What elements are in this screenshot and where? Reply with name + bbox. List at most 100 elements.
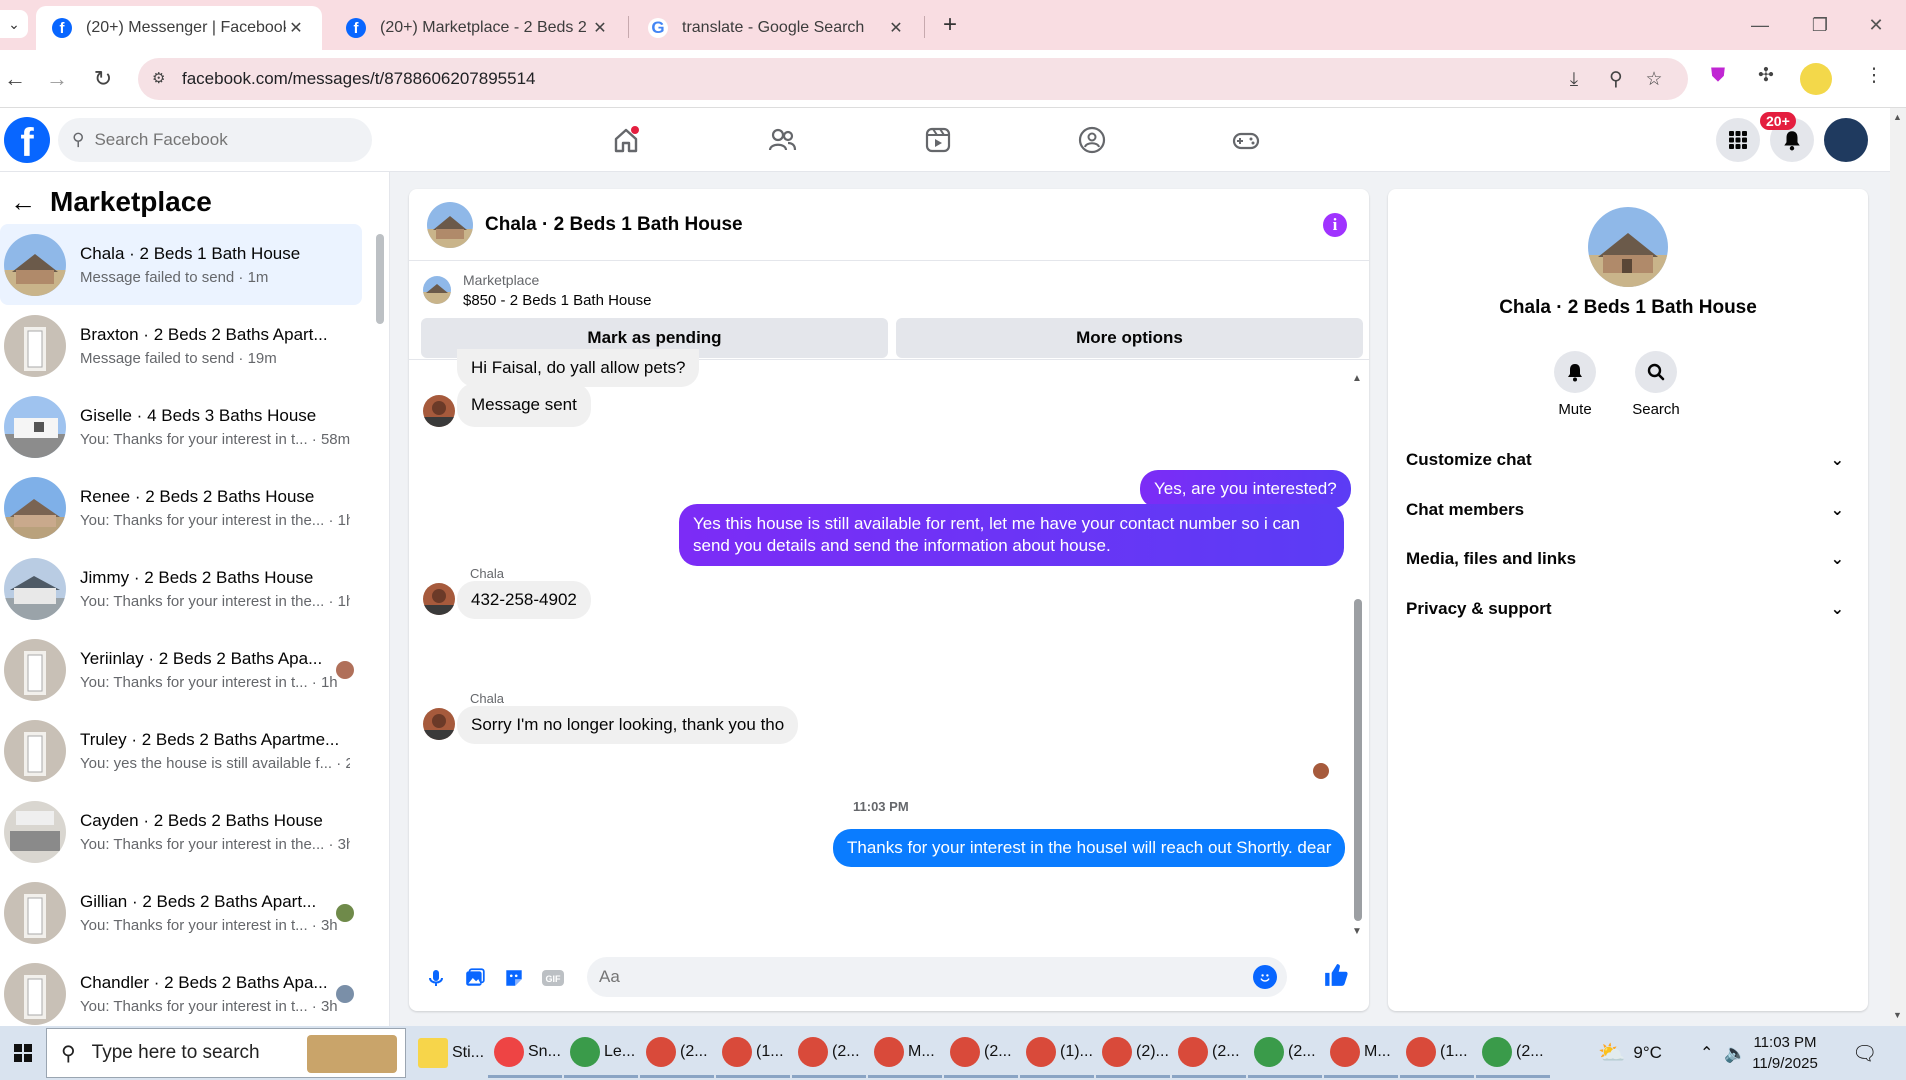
listing-thumbnail[interactable] xyxy=(423,276,451,304)
forward-icon[interactable]: → xyxy=(42,64,72,94)
message-input[interactable] xyxy=(599,967,1199,987)
emoji-icon[interactable] xyxy=(1253,965,1277,989)
taskbar-app[interactable]: M... xyxy=(1324,1028,1398,1078)
taskbar-app[interactable]: Sti... xyxy=(412,1028,486,1078)
install-app-icon[interactable]: ⤓ xyxy=(1562,68,1586,92)
taskbar-app[interactable]: (2... xyxy=(1172,1028,1246,1078)
info-icon[interactable]: i xyxy=(1323,213,1347,237)
nav-friends[interactable] xyxy=(726,114,838,166)
mute-button[interactable]: Mute xyxy=(1530,351,1620,418)
nav-home[interactable] xyxy=(570,114,682,166)
incoming-message[interactable]: Sorry I'm no longer looking, thank you t… xyxy=(457,706,799,744)
taskbar-search-box[interactable]: ⚲ Type here to search xyxy=(46,1028,406,1078)
microphone-icon[interactable] xyxy=(423,965,449,991)
taskbar-app[interactable]: (1)... xyxy=(1020,1028,1094,1078)
section-customize-chat[interactable]: Customize chat ⌄ xyxy=(1406,436,1850,484)
nav-groups[interactable] xyxy=(1036,114,1148,166)
taskbar-app[interactable]: (2... xyxy=(944,1028,1018,1078)
listing-title[interactable]: $850 - 2 Beds 1 Bath House xyxy=(463,292,651,309)
close-icon[interactable]: ✕ xyxy=(1856,10,1896,40)
taskbar-app[interactable]: (1... xyxy=(1400,1028,1474,1078)
incoming-message[interactable]: 432-258-4902 xyxy=(457,581,591,619)
message-input-box[interactable] xyxy=(587,957,1287,997)
chevron-down-icon: ⌄ xyxy=(1830,551,1844,568)
tab-search-button[interactable]: ⌄ xyxy=(0,10,28,38)
bookmark-star-icon[interactable]: ☆ xyxy=(1642,68,1666,92)
address-bar[interactable]: ⚙ facebook.com/messages/t/87886062078955… xyxy=(138,58,1688,100)
chat-panel: Chala · 2 Beds 1 Bath House i Marketplac… xyxy=(409,189,1369,1011)
section-chat-members[interactable]: Chat members ⌄ xyxy=(1406,486,1850,534)
outgoing-message[interactable]: Thanks for your interest in the houseI w… xyxy=(833,829,1346,867)
message-composer: GIF xyxy=(409,943,1369,1011)
start-button[interactable] xyxy=(0,1026,46,1080)
restore-icon[interactable]: ❐ xyxy=(1800,10,1840,40)
menu-button[interactable] xyxy=(1716,118,1760,162)
taskbar-app[interactable]: (2... xyxy=(1248,1028,1322,1078)
profile-avatar[interactable] xyxy=(1800,63,1832,95)
taskbar-app[interactable]: Le... xyxy=(564,1028,638,1078)
chat-title[interactable]: Chala · 2 Beds 1 Bath House xyxy=(485,214,743,236)
chat-scrollbar-thumb[interactable] xyxy=(1354,599,1362,921)
conversation-item[interactable]: Renee · 2 Beds 2 Baths House You: Thanks … xyxy=(0,467,362,548)
page-scrollbar[interactable]: ▲ ▼ xyxy=(1890,108,1906,1026)
nav-reels[interactable] xyxy=(882,114,994,166)
back-icon[interactable]: ← xyxy=(0,64,30,94)
sticker-icon[interactable] xyxy=(501,965,527,991)
browser-menu-icon[interactable]: ⋮ xyxy=(1862,64,1886,88)
taskbar-app[interactable]: M... xyxy=(868,1028,942,1078)
zoom-icon[interactable]: ⚲ xyxy=(1604,68,1628,92)
section-media-files-links[interactable]: Media, files and links ⌄ xyxy=(1406,535,1850,583)
taskbar-app[interactable]: (2... xyxy=(792,1028,866,1078)
photo-icon[interactable] xyxy=(462,965,488,991)
close-tab-icon[interactable]: ✕ xyxy=(886,18,906,38)
ublock-extension-icon[interactable]: ⛊ xyxy=(1706,64,1730,88)
tab-marketplace[interactable]: f (20+) Marketplace - 2 Beds 2 Baths ✕ xyxy=(330,6,626,50)
taskbar-app[interactable]: (2... xyxy=(1476,1028,1550,1078)
notification-center-icon[interactable]: 🗨 xyxy=(1852,1026,1877,1080)
more-options-button[interactable]: More options xyxy=(896,318,1363,358)
facebook-logo[interactable]: f xyxy=(4,117,50,165)
taskbar-app[interactable]: (2... xyxy=(640,1028,714,1078)
close-tab-icon[interactable]: ✕ xyxy=(286,18,306,38)
gif-icon[interactable]: GIF xyxy=(540,965,566,991)
tab-messenger[interactable]: f (20+) Messenger | Facebook ✕ xyxy=(36,6,322,50)
tab-google-translate[interactable]: G translate - Google Search ✕ xyxy=(632,6,922,50)
search-in-conversation-button[interactable]: Search xyxy=(1611,351,1701,418)
scroll-down-arrow[interactable]: ▼ xyxy=(1352,926,1362,937)
tray-overflow-icon[interactable]: ⌃ xyxy=(1700,1026,1713,1080)
conversation-item[interactable]: Braxton · 2 Beds 2 Baths Apart... Message… xyxy=(0,305,362,386)
conversation-item[interactable]: Jimmy · 2 Beds 2 Baths House You: Thanks … xyxy=(0,548,362,629)
sender-name: Chala xyxy=(470,566,504,581)
minimize-icon[interactable]: — xyxy=(1740,10,1780,40)
section-privacy-support[interactable]: Privacy & support ⌄ xyxy=(1406,585,1850,633)
conversation-item[interactable]: Gillian · 2 Beds 2 Baths Apart... You: Th… xyxy=(0,872,362,953)
extensions-puzzle-icon[interactable]: ✣ xyxy=(1754,64,1778,88)
nav-gaming[interactable] xyxy=(1190,114,1302,166)
outgoing-message[interactable]: Yes this house is still available for re… xyxy=(679,504,1344,566)
facebook-search-bar[interactable]: ⚲ xyxy=(58,118,372,162)
thumbs-up-icon[interactable] xyxy=(1323,962,1349,988)
sidebar-scrollbar[interactable] xyxy=(376,234,384,324)
reload-icon[interactable]: ↻ xyxy=(88,64,118,94)
site-settings-icon[interactable]: ⚙ xyxy=(152,69,172,89)
conversation-item[interactable]: Chala · 2 Beds 1 Bath House Message faile… xyxy=(0,224,362,305)
incoming-message[interactable]: Hi Faisal, do yall allow pets? xyxy=(457,349,700,387)
conversation-item[interactable]: Truley · 2 Beds 2 Baths Apartme... You: y… xyxy=(0,710,362,791)
taskbar-app[interactable]: Sn... xyxy=(488,1028,562,1078)
new-tab-button[interactable]: + xyxy=(936,12,964,40)
conversation-item[interactable]: Giselle · 4 Beds 3 Baths House You: Thank… xyxy=(0,386,362,467)
back-arrow-icon[interactable]: ← xyxy=(10,187,36,218)
close-tab-icon[interactable]: ✕ xyxy=(590,18,610,38)
taskbar-clock[interactable]: 11:03 PM 11/9/2025 xyxy=(1740,1032,1830,1074)
conversation-item[interactable]: Chandler · 2 Beds 2 Baths Apa... You: Tha… xyxy=(0,953,362,1034)
outgoing-message[interactable]: Yes, are you interested? xyxy=(1140,470,1351,508)
facebook-search-input[interactable] xyxy=(94,130,335,150)
account-avatar[interactable] xyxy=(1824,118,1868,162)
conversation-item[interactable]: Yeriinlay · 2 Beds 2 Baths Apa... You: Th… xyxy=(0,629,362,710)
chat-avatar[interactable] xyxy=(427,201,473,248)
weather-widget[interactable]: ⛅ 9°C xyxy=(1598,1026,1662,1080)
taskbar-app[interactable]: (1... xyxy=(716,1028,790,1078)
scroll-up-arrow[interactable]: ▲ xyxy=(1352,373,1362,384)
taskbar-app[interactable]: (2)... xyxy=(1096,1028,1170,1078)
conversation-item[interactable]: Cayden · 2 Beds 2 Baths House You: Thanks… xyxy=(0,791,362,872)
